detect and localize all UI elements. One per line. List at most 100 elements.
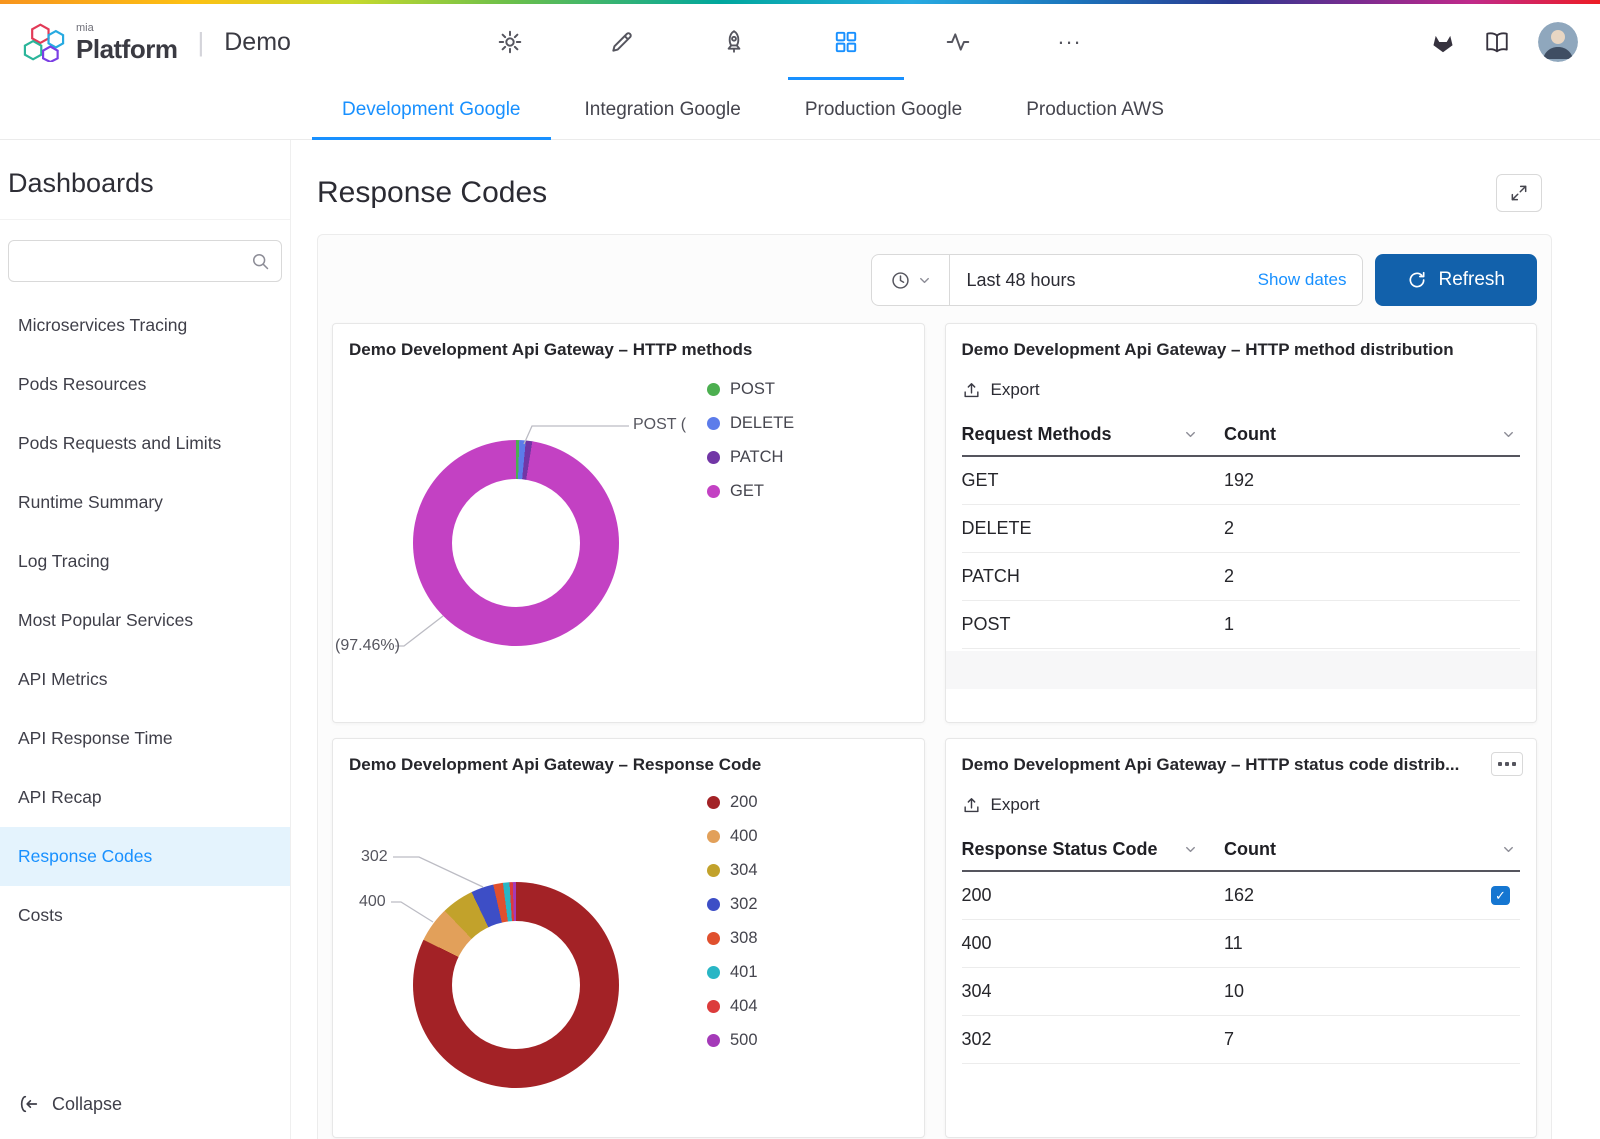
fullscreen-button[interactable] — [1496, 174, 1542, 212]
table-row: 3027 — [962, 1016, 1521, 1064]
table-row: GET192 — [962, 456, 1521, 505]
table-cell: 10 — [1224, 968, 1520, 1016]
legend-label: GET — [730, 482, 764, 501]
legend-item-patch[interactable]: PATCH — [707, 448, 794, 467]
legend-item-200[interactable]: 200 — [707, 793, 758, 812]
sidebar-item-pods-requests-and-limits[interactable]: Pods Requests and Limits — [0, 414, 290, 473]
legend-item-get[interactable]: GET — [707, 482, 794, 501]
card-menu-button[interactable] — [1491, 752, 1523, 776]
project-name: Demo — [224, 28, 291, 57]
table-cell: 2 — [1224, 505, 1520, 553]
avatar-image — [1538, 22, 1578, 62]
sort-chevron-icon[interactable] — [1501, 842, 1516, 857]
rocket-icon — [721, 29, 747, 55]
monitoring-nav-button[interactable] — [928, 4, 988, 80]
time-toolbar: Last 48 hours Show dates Refresh — [318, 235, 1551, 306]
sort-chevron-icon[interactable] — [1183, 842, 1198, 857]
header-right-tools — [1430, 22, 1578, 62]
tab-development-google[interactable]: Development Google — [338, 80, 525, 139]
card-response-code: Demo Development Api Gateway – Response … — [332, 738, 925, 1138]
card-status-code-distribution: Demo Development Api Gateway – HTTP stat… — [945, 738, 1538, 1138]
row-checkbox[interactable]: ✓ — [1491, 886, 1510, 905]
pie-label-400: 400 — [359, 893, 386, 911]
sort-chevron-icon[interactable] — [1183, 427, 1198, 442]
card-title: Demo Development Api Gateway – Response … — [349, 755, 908, 775]
column-header: Count — [1224, 424, 1276, 445]
sidebar-item-api-metrics[interactable]: API Metrics — [0, 650, 290, 709]
export-upload-icon — [962, 796, 981, 815]
refresh-button[interactable]: Refresh — [1375, 254, 1537, 306]
legend-dot — [707, 898, 720, 911]
tab-production-google[interactable]: Production Google — [801, 80, 966, 139]
table-cell: 304 — [962, 968, 1224, 1016]
legend-item-304[interactable]: 304 — [707, 861, 758, 880]
docs-book-icon[interactable] — [1484, 29, 1510, 55]
legend-item-401[interactable]: 401 — [707, 963, 758, 982]
clock-icon — [890, 270, 911, 291]
sidebar-item-costs[interactable]: Costs — [0, 886, 290, 945]
legend-item-308[interactable]: 308 — [707, 929, 758, 948]
table-footer — [946, 651, 1537, 689]
tab-production-aws[interactable]: Production AWS — [1022, 80, 1168, 139]
search-input[interactable] — [8, 240, 282, 282]
sidebar-item-microservices-tracing[interactable]: Microservices Tracing — [0, 296, 290, 355]
time-range-value[interactable]: Last 48 hours Show dates — [950, 255, 1362, 305]
user-avatar[interactable] — [1538, 22, 1578, 62]
sidebar-item-runtime-summary[interactable]: Runtime Summary — [0, 473, 290, 532]
sidebar-item-api-recap[interactable]: API Recap — [0, 768, 290, 827]
table-cell: GET — [962, 456, 1224, 505]
gitlab-icon[interactable] — [1430, 29, 1456, 55]
sidebar-item-most-popular-services[interactable]: Most Popular Services — [0, 591, 290, 650]
donut-chart[interactable] — [413, 440, 619, 646]
top-navigation: ... — [480, 4, 1100, 80]
more-nav-button[interactable]: ... — [1040, 4, 1100, 80]
show-dates-link[interactable]: Show dates — [1258, 270, 1347, 290]
legend-dot — [707, 864, 720, 877]
export-button[interactable]: Export — [962, 380, 1040, 400]
collapse-sidebar-button[interactable]: Collapse — [18, 1093, 122, 1115]
method-distribution-table: Request Methods Count GET192DELETE2PATCH… — [962, 412, 1521, 649]
dashboards-nav-button[interactable] — [816, 4, 876, 80]
sidebar-item-log-tracing[interactable]: Log Tracing — [0, 532, 290, 591]
legend-item-404[interactable]: 404 — [707, 997, 758, 1016]
sidebar-item-pods-resources[interactable]: Pods Resources — [0, 355, 290, 414]
legend-item-post[interactable]: POST — [707, 380, 794, 399]
table-row: PATCH2 — [962, 553, 1521, 601]
chart-legend: POST DELETE PATCH GET — [707, 380, 794, 501]
card-title: Demo Development Api Gateway – HTTP stat… — [962, 755, 1521, 775]
donut-chart[interactable] — [413, 882, 619, 1088]
legend-item-302[interactable]: 302 — [707, 895, 758, 914]
dashboard-list: Microservices TracingPods ResourcesPods … — [0, 296, 290, 945]
legend-label: 500 — [730, 1031, 758, 1050]
collapse-label: Collapse — [52, 1094, 122, 1115]
legend-label: 400 — [730, 827, 758, 846]
settings-nav-button[interactable] — [480, 4, 540, 80]
design-nav-button[interactable] — [592, 4, 652, 80]
export-button[interactable]: Export — [962, 795, 1040, 815]
mia-platform-logo[interactable]: mia Platform — [22, 22, 177, 62]
search-icon — [250, 251, 270, 271]
legend-item-500[interactable]: 500 — [707, 1031, 758, 1050]
sort-chevron-icon[interactable] — [1501, 427, 1516, 442]
pie-label-post: POST ( — [633, 416, 686, 434]
table-cell: 7 — [1224, 1016, 1520, 1064]
refresh-label: Refresh — [1438, 269, 1505, 291]
table-row: DELETE2 — [962, 505, 1521, 553]
legend-label: 304 — [730, 861, 758, 880]
table-cell: 11 — [1224, 920, 1520, 968]
collapse-icon — [18, 1093, 40, 1115]
legend-item-delete[interactable]: DELETE — [707, 414, 794, 433]
legend-item-400[interactable]: 400 — [707, 827, 758, 846]
table-cell: 200 — [962, 871, 1224, 920]
table-cell: 2 — [1224, 553, 1520, 601]
time-range-type-dropdown[interactable] — [872, 255, 950, 305]
legend-label: DELETE — [730, 414, 794, 433]
gear-icon — [497, 29, 523, 55]
legend-label: POST — [730, 380, 775, 399]
header-divider: | — [197, 27, 204, 58]
deploy-nav-button[interactable] — [704, 4, 764, 80]
sidebar-item-response-codes[interactable]: Response Codes — [0, 827, 290, 886]
tab-integration-google[interactable]: Integration Google — [581, 80, 745, 139]
table-cell: 302 — [962, 1016, 1224, 1064]
sidebar-item-api-response-time[interactable]: API Response Time — [0, 709, 290, 768]
